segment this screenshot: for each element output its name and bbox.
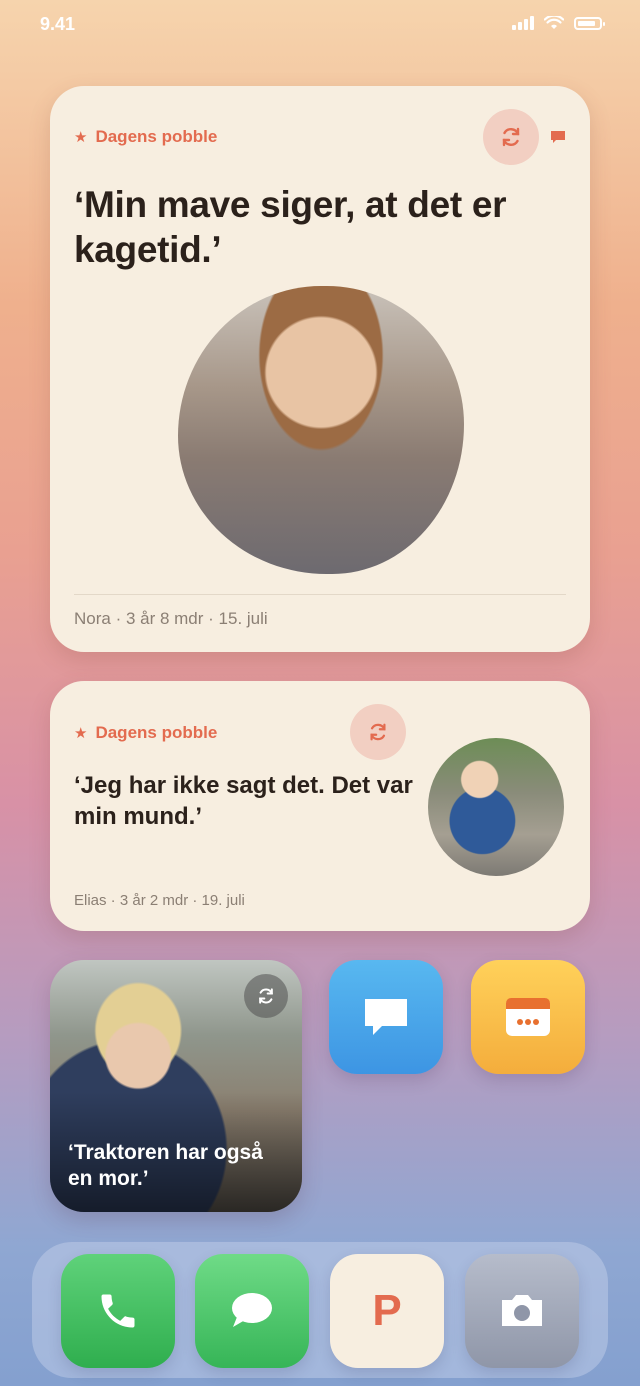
calendar-app-icon[interactable] [471, 960, 585, 1074]
widget-tag: ★ Dagens pobble [74, 723, 217, 743]
message-icon [232, 1293, 272, 1327]
calendar-icon [506, 998, 550, 1036]
refresh-icon [502, 127, 520, 147]
refresh-icon [370, 723, 386, 741]
refresh-button[interactable] [350, 704, 406, 760]
child-photo [428, 738, 564, 876]
camera-app-icon[interactable] [465, 1254, 579, 1368]
widget-tag-label: Dagens pobble [95, 127, 218, 146]
quote-text: ‘Jeg har ikke sagt det. Det var min mund… [74, 772, 413, 830]
pobble-app-icon[interactable]: P [330, 1254, 444, 1368]
status-icons [512, 16, 605, 30]
wifi-icon [544, 16, 564, 29]
divider [74, 594, 566, 595]
chat-bubble-icon [365, 999, 407, 1035]
status-bar: 9.41 [0, 0, 640, 48]
quote-meta: Elias · 3 år 2 mdr · 19. juli [74, 892, 245, 909]
status-time: 9.41 [40, 14, 76, 34]
quote-text: ‘Min mave siger, at det er kagetid.’ [74, 184, 507, 270]
messages-app-icon[interactable] [195, 1254, 309, 1368]
refresh-icon [259, 988, 273, 1004]
battery-icon [574, 16, 605, 30]
pobble-widget-medium[interactable]: ★ Dagens pobble ‘Jeg har ikke sagt det. … [50, 681, 590, 931]
refresh-button[interactable] [244, 974, 288, 1018]
child-photo [178, 286, 464, 574]
camera-icon [502, 1295, 542, 1326]
chat-app-icon[interactable] [329, 960, 443, 1074]
star-icon: ★ [74, 724, 88, 742]
pobble-widget-small[interactable]: ‘Traktoren har også en mor.’ [50, 960, 302, 1212]
quote-text: ‘Traktoren har også en mor.’ [68, 1141, 263, 1190]
star-icon: ★ [74, 128, 88, 146]
widget-tag: ★ Dagens pobble [74, 127, 217, 147]
phone-app-icon[interactable] [61, 1254, 175, 1368]
pobble-app-letter: P [372, 1286, 402, 1335]
signal-icon [512, 16, 534, 30]
phone-icon [101, 1294, 135, 1328]
quote-meta: Nora · 3 år 8 mdr · 15. juli [74, 609, 268, 628]
refresh-button[interactable] [483, 109, 539, 165]
widget-tag-label: Dagens pobble [95, 723, 218, 742]
comment-icon[interactable] [550, 130, 566, 144]
pobble-widget-large[interactable]: ★ Dagens pobble ‘Min mave siger, at det … [50, 86, 590, 652]
